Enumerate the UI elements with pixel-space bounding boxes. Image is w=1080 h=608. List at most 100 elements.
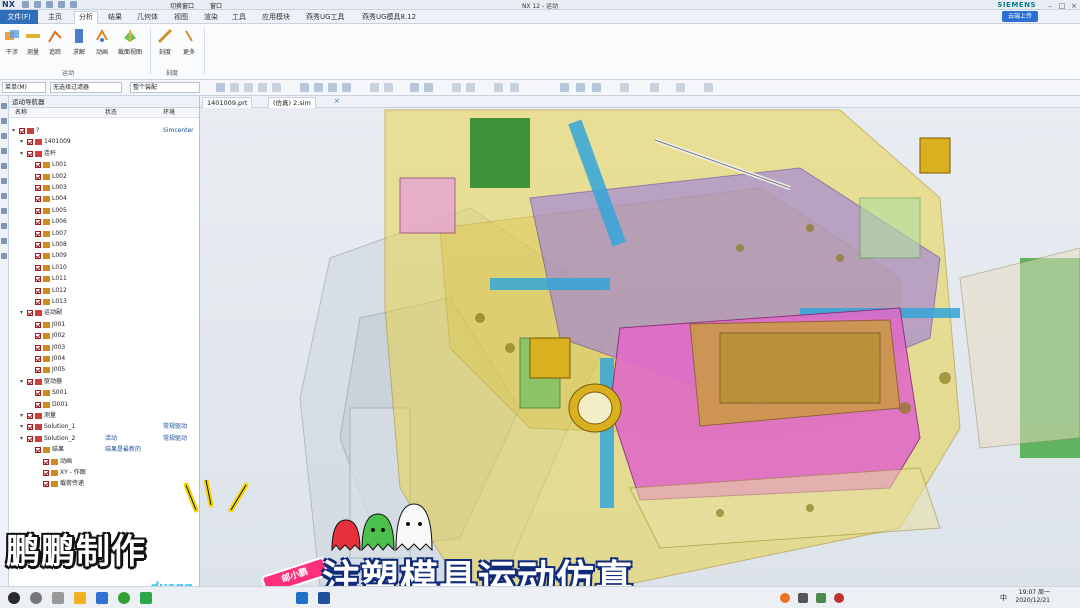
material-icon[interactable] bbox=[676, 83, 685, 92]
tree-row[interactable]: ▾ Solution_2 活动 常规驱动 bbox=[9, 434, 200, 444]
column-environment[interactable]: 环境 bbox=[163, 108, 175, 118]
visibility-checkbox[interactable] bbox=[27, 310, 33, 317]
tree-row[interactable]: J003 bbox=[9, 343, 200, 353]
visibility-checkbox[interactable] bbox=[35, 276, 41, 283]
zoom-icon[interactable] bbox=[258, 83, 267, 92]
assembly-navigator-icon[interactable] bbox=[1, 118, 7, 124]
close-icon[interactable]: × bbox=[1070, 2, 1078, 10]
visibility-checkbox[interactable] bbox=[27, 150, 33, 157]
system-clock[interactable]: 19:07 周一 2020/12/21 bbox=[1015, 589, 1050, 605]
expand-icon[interactable]: ▾ bbox=[20, 434, 23, 444]
display-options-icon[interactable] bbox=[704, 83, 713, 92]
section-icon[interactable] bbox=[576, 83, 585, 92]
browser-icon[interactable] bbox=[96, 592, 108, 604]
reuse-library-icon[interactable] bbox=[1, 163, 7, 169]
shade-icon[interactable] bbox=[620, 83, 629, 92]
fit-icon[interactable] bbox=[272, 83, 281, 92]
visibility-checkbox[interactable] bbox=[35, 401, 41, 408]
tab-sim-file[interactable]: (仿真) 2.sim bbox=[268, 97, 316, 108]
tree-row[interactable]: D001 bbox=[9, 400, 200, 410]
tree-row[interactable]: ▾ 1401009 bbox=[9, 137, 200, 147]
column-status[interactable]: 状态 bbox=[105, 108, 117, 118]
cloud-upload-button[interactable]: 云端上传 bbox=[1001, 11, 1038, 22]
tree-row[interactable]: L007 bbox=[9, 229, 200, 239]
visibility-checkbox[interactable] bbox=[35, 185, 41, 191]
visibility-checkbox[interactable] bbox=[43, 458, 49, 465]
visibility-checkbox[interactable] bbox=[35, 299, 41, 305]
tree-row[interactable]: J001 bbox=[9, 320, 200, 330]
solve-button[interactable]: 求解 bbox=[68, 28, 90, 56]
pan-icon[interactable] bbox=[244, 83, 253, 92]
minimize-icon[interactable]: – bbox=[1046, 2, 1054, 10]
trace-button[interactable]: 追踪 bbox=[44, 28, 66, 56]
snap-point-icon[interactable] bbox=[300, 83, 309, 92]
motion-navigator-icon[interactable] bbox=[1, 148, 7, 154]
tree-row[interactable]: L013 bbox=[9, 297, 200, 307]
snap-center-icon[interactable] bbox=[342, 83, 351, 92]
system-materials-icon[interactable] bbox=[1, 223, 7, 229]
wechat-icon[interactable] bbox=[140, 592, 152, 604]
tree-row[interactable]: L004 bbox=[9, 194, 200, 204]
wireframe-icon[interactable] bbox=[650, 83, 659, 92]
tree-row[interactable]: 结果 结果是最新的 bbox=[9, 445, 200, 455]
tree-row[interactable]: L009 bbox=[9, 251, 200, 261]
measure-button[interactable]: 测量 bbox=[22, 28, 44, 56]
constraint-navigator-icon[interactable] bbox=[1, 133, 7, 139]
snap-end-icon[interactable] bbox=[314, 83, 323, 92]
tree-row[interactable]: L005 bbox=[9, 206, 200, 216]
tree-row[interactable]: J005 bbox=[9, 365, 200, 375]
expand-icon[interactable]: ▾ bbox=[20, 308, 23, 318]
snap-mid-icon[interactable] bbox=[328, 83, 337, 92]
visibility-checkbox[interactable] bbox=[19, 128, 25, 134]
search-icon[interactable] bbox=[30, 592, 42, 604]
layer-icon[interactable] bbox=[494, 83, 503, 92]
tree-row[interactable]: L003 bbox=[9, 183, 200, 193]
tree-row[interactable]: L008 bbox=[9, 240, 200, 250]
expand-icon[interactable]: ▾ bbox=[20, 411, 23, 421]
tree-row[interactable]: XY - 作图 bbox=[9, 468, 200, 478]
expand-icon[interactable]: ▾ bbox=[20, 422, 23, 432]
animation-button[interactable]: 动画 bbox=[91, 28, 113, 56]
visibility-checkbox[interactable] bbox=[27, 413, 33, 419]
tree-row[interactable]: J002 bbox=[9, 331, 200, 341]
tab-analysis[interactable]: 分析 bbox=[74, 11, 98, 24]
interference-button[interactable]: 干涉 bbox=[1, 28, 23, 56]
visibility-checkbox[interactable] bbox=[35, 264, 41, 271]
visibility-checkbox[interactable] bbox=[43, 470, 49, 476]
expand-icon[interactable]: ▾ bbox=[20, 377, 23, 387]
tab-home[interactable]: 主页 bbox=[48, 12, 62, 22]
tree-row[interactable]: L006 bbox=[9, 217, 200, 227]
selection-filter-dropdown[interactable]: 无选择过滤器 bbox=[50, 82, 122, 93]
tray-security-icon[interactable] bbox=[816, 593, 826, 603]
tree-row[interactable]: ▾? Simcenter bbox=[9, 126, 200, 136]
visibility-checkbox[interactable] bbox=[35, 333, 41, 340]
visibility-checkbox[interactable] bbox=[35, 230, 41, 237]
visibility-checkbox[interactable] bbox=[35, 196, 41, 203]
visibility-checkbox[interactable] bbox=[35, 287, 41, 294]
tab-yanxiu-tools[interactable]: 燕秀UG工具 bbox=[306, 12, 345, 22]
tree-row[interactable]: ▾ 连杆 bbox=[9, 149, 200, 159]
web-browser-icon[interactable] bbox=[1, 193, 7, 199]
file-explorer-icon[interactable] bbox=[74, 592, 86, 604]
tree-row[interactable]: L001 bbox=[9, 160, 200, 170]
visibility-checkbox[interactable] bbox=[27, 139, 33, 146]
tab-geometry[interactable]: 几何体 bbox=[137, 12, 158, 22]
tree-row[interactable]: S001 bbox=[9, 388, 200, 398]
maximize-icon[interactable]: □ bbox=[1058, 2, 1066, 10]
tab-view[interactable]: 视图 bbox=[174, 12, 188, 22]
section-view-button[interactable]: 截面视图 bbox=[117, 28, 143, 56]
visibility-checkbox[interactable] bbox=[35, 344, 41, 351]
tray-s-icon[interactable] bbox=[834, 593, 844, 603]
select-icon[interactable] bbox=[216, 83, 225, 92]
spline-icon[interactable] bbox=[424, 83, 433, 92]
visibility-checkbox[interactable] bbox=[27, 424, 33, 431]
tree-row[interactable]: ▾ Solution_1 常规驱动 bbox=[9, 422, 200, 432]
visibility-checkbox[interactable] bbox=[35, 219, 41, 226]
chat-icon[interactable] bbox=[118, 592, 130, 604]
tree-row[interactable]: ▾ 运动副 bbox=[9, 308, 200, 318]
tab-part-file[interactable]: 1401009.prt bbox=[202, 97, 253, 108]
word-icon[interactable] bbox=[318, 592, 330, 604]
tree-row[interactable]: ▾ 测量 bbox=[9, 411, 200, 421]
visibility-checkbox[interactable] bbox=[35, 173, 41, 180]
tree-row[interactable]: L002 bbox=[9, 172, 200, 182]
